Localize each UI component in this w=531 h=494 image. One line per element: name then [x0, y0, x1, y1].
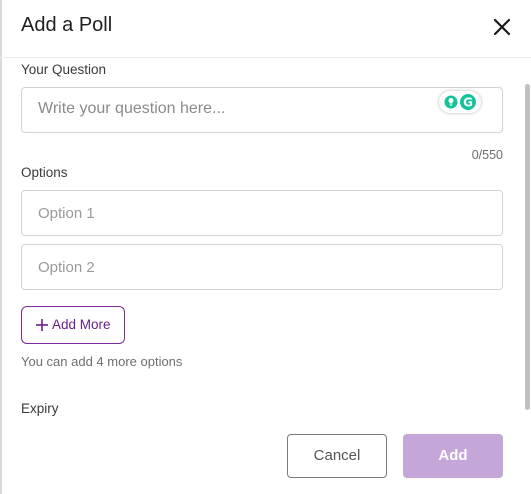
question-label: Your Question [21, 62, 107, 77]
svg-text:G: G [463, 96, 473, 110]
scrollbar-thumb[interactable] [525, 84, 530, 410]
dialog-body: Your Question G 0/550 Options [0, 58, 531, 418]
plus-icon [35, 318, 49, 335]
option-2-field[interactable] [21, 244, 503, 290]
dialog-header: Add a Poll [0, 0, 531, 58]
add-more-button[interactable]: Add More [21, 306, 125, 344]
grammarly-icon[interactable]: G [439, 91, 481, 113]
expiry-label: Expiry [21, 401, 59, 416]
add-poll-dialog: Add a Poll Your Question G 0/550 [0, 0, 531, 494]
add-button[interactable]: Add [403, 434, 503, 478]
dialog-title: Add a Poll [21, 14, 113, 36]
options-label: Options [21, 165, 68, 180]
option-2-input[interactable] [38, 259, 478, 276]
option-1-input[interactable] [38, 205, 478, 222]
cancel-button[interactable]: Cancel [287, 434, 387, 478]
option-1-field[interactable] [21, 190, 503, 236]
options-hint: You can add 4 more options [21, 354, 183, 369]
question-field[interactable]: G [21, 87, 503, 133]
close-icon[interactable] [489, 14, 515, 40]
character-counter: 0/550 [471, 148, 503, 162]
add-more-label: Add More [52, 317, 111, 332]
question-input[interactable] [38, 100, 418, 118]
